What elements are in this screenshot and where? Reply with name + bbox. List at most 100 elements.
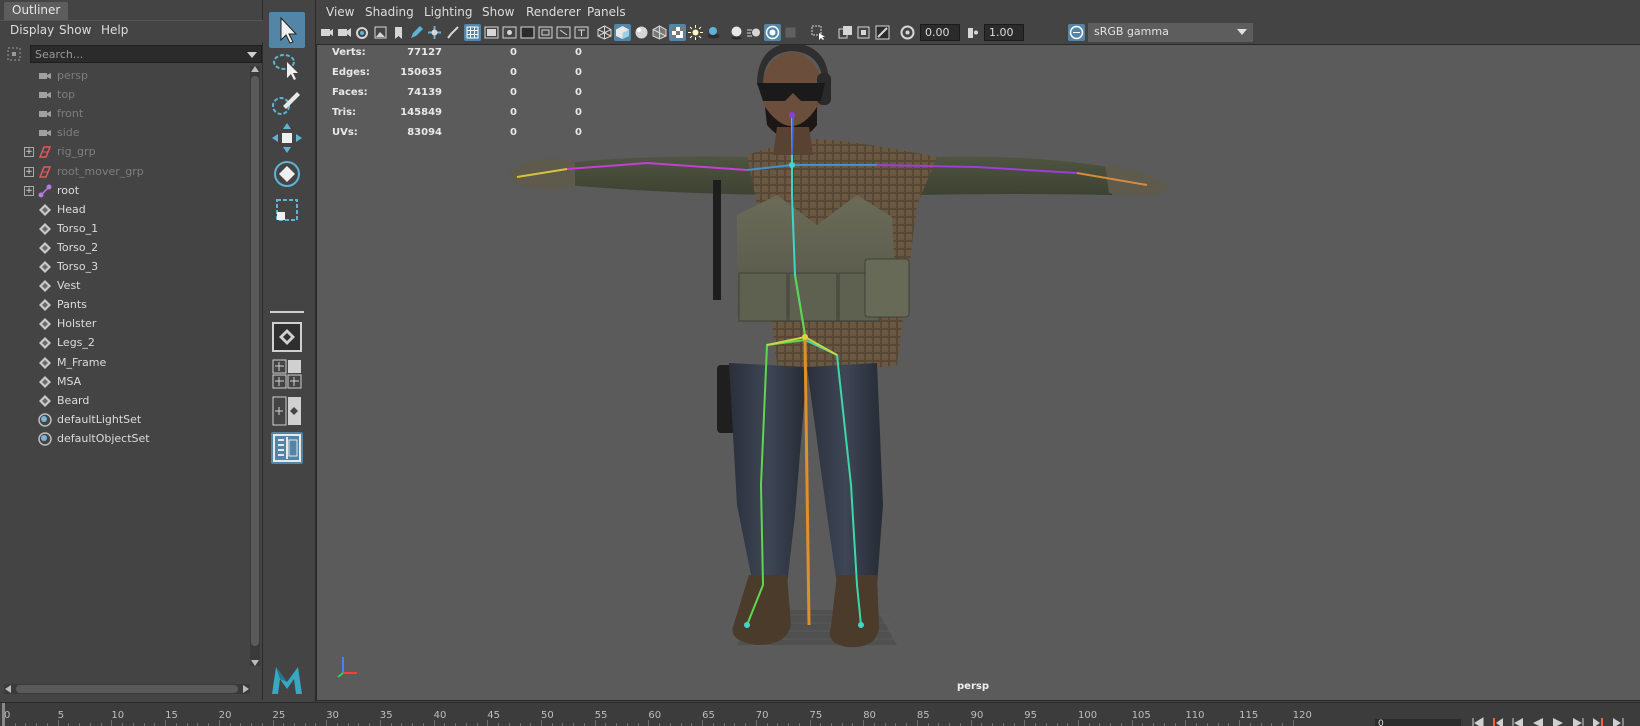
step-back-frame-icon[interactable] (1510, 717, 1526, 726)
play-forwards-icon[interactable] (1550, 717, 1566, 726)
gamma-field[interactable]: 1.00 (984, 24, 1024, 41)
isolate-select-icon[interactable] (810, 24, 827, 41)
depth-of-field-icon[interactable] (782, 24, 799, 41)
select-camera-icon[interactable] (318, 24, 335, 41)
colorspace-dropdown[interactable]: sRGB gamma (1088, 23, 1253, 42)
lasso-tool-icon[interactable] (269, 48, 305, 84)
go-to-start-icon[interactable] (1470, 717, 1486, 726)
menu-display[interactable]: Display (10, 23, 54, 37)
time-ruler[interactable]: 0 5 10 15 20 25 30 35 40 45 50 55 60 65 70 75 80 85 90 95 10… (0, 703, 1360, 726)
image-plane-icon[interactable] (372, 24, 389, 41)
outliner-persp-layout-icon[interactable] (271, 432, 303, 464)
outliner-item[interactable]: Legs_2 (0, 333, 250, 353)
wireframe-on-shaded-icon[interactable] (651, 24, 668, 41)
rotate-tool-icon[interactable] (269, 156, 305, 192)
smooth-shade-icon[interactable] (614, 24, 631, 41)
two-view-layout-icon[interactable] (271, 395, 303, 427)
outliner-item[interactable]: defaultLightSet (0, 410, 250, 430)
field-chart-icon[interactable] (537, 24, 554, 41)
safe-action-icon[interactable] (555, 24, 572, 41)
film-gate-icon[interactable] (483, 24, 500, 41)
gamma-icon[interactable] (964, 24, 981, 41)
menu-view[interactable]: View (326, 5, 354, 19)
time-slider[interactable]: 0 5 10 15 20 25 30 35 40 45 50 55 60 65 70 75 80 85 90 95 10… (0, 702, 1640, 726)
outliner-item[interactable]: defaultObjectSet (0, 429, 250, 449)
default-material-icon[interactable] (633, 24, 650, 41)
xray-icon[interactable] (837, 24, 854, 41)
anti-aliasing-icon[interactable] (764, 24, 781, 41)
2d-pan-zoom-icon[interactable] (426, 24, 443, 41)
four-view-layout-icon[interactable] (271, 358, 303, 390)
scroll-up-icon[interactable] (251, 66, 259, 72)
menu-help[interactable]: Help (101, 23, 128, 37)
step-forward-key-icon[interactable] (1590, 717, 1606, 726)
wireframe-icon[interactable] (596, 24, 613, 41)
screen-space-ao-icon[interactable] (728, 24, 745, 41)
outliner-search-input[interactable]: Search... (30, 45, 262, 63)
exposure-icon[interactable] (899, 24, 916, 41)
step-forward-frame-icon[interactable] (1570, 717, 1586, 726)
textured-icon[interactable] (669, 24, 686, 41)
single-perspective-layout-icon[interactable] (271, 321, 303, 353)
chevron-down-icon[interactable] (247, 52, 257, 58)
bookmark-camera-icon[interactable] (354, 24, 371, 41)
outliner-horizontal-scrollbar[interactable] (4, 684, 250, 694)
outliner-tab[interactable]: Outliner (4, 2, 69, 20)
menu-renderer[interactable]: Renderer (526, 5, 581, 19)
menu-shading[interactable]: Shading (365, 5, 414, 19)
menu-panels[interactable]: Panels (587, 5, 626, 19)
outliner-item[interactable]: Vest (0, 276, 250, 296)
scrollbar-thumb[interactable] (251, 76, 259, 646)
chevron-down-icon[interactable] (1237, 29, 1247, 35)
outliner-item[interactable]: + rig_grp (0, 142, 250, 162)
outliner-item[interactable]: Pants (0, 295, 250, 315)
select-tool-icon[interactable] (269, 12, 305, 48)
step-back-key-icon[interactable] (1490, 717, 1506, 726)
brush-icon[interactable] (444, 24, 461, 41)
resolution-gate-icon[interactable] (501, 24, 518, 41)
expand-icon[interactable]: + (24, 166, 34, 177)
move-tool-icon[interactable] (269, 120, 305, 156)
grid-icon[interactable] (464, 24, 481, 41)
bookmark-icon[interactable] (390, 24, 407, 41)
grease-pencil-icon[interactable] (408, 24, 425, 41)
outliner-item[interactable]: + root (0, 181, 250, 201)
menu-show[interactable]: Show (59, 23, 91, 37)
outliner-item[interactable]: side (0, 123, 250, 143)
scrollbar-thumb[interactable] (16, 685, 238, 693)
expand-icon[interactable]: + (24, 147, 34, 158)
xray-active-components-icon[interactable] (855, 24, 872, 41)
exposure-field[interactable]: 0.00 (920, 24, 960, 41)
expand-icon[interactable]: + (24, 185, 34, 196)
scroll-right-icon[interactable] (243, 685, 249, 693)
camera-attributes-icon[interactable] (336, 24, 353, 41)
play-backwards-icon[interactable] (1530, 717, 1546, 726)
gate-mask-icon[interactable] (519, 24, 536, 41)
outliner-item[interactable]: MSA (0, 372, 250, 392)
outliner-item[interactable]: + root_mover_grp (0, 162, 250, 182)
3d-viewport[interactable]: Verts: 77127 0 0 Edges: 150635 0 0 Faces: 74139 0 0… (316, 44, 1640, 701)
go-to-end-icon[interactable] (1610, 717, 1626, 726)
outliner-item[interactable]: Torso_3 (0, 257, 250, 277)
current-frame-field[interactable]: 0 (1375, 719, 1461, 726)
menu-show[interactable]: Show (482, 5, 514, 19)
lights-icon[interactable] (687, 24, 704, 41)
shadows-icon[interactable] (705, 24, 722, 41)
outliner-vertical-scrollbar[interactable] (250, 66, 260, 666)
menu-lighting[interactable]: Lighting (424, 5, 473, 19)
outliner-item[interactable]: Torso_2 (0, 238, 250, 258)
outliner-item[interactable]: front (0, 104, 250, 124)
motion-blur-icon[interactable] (746, 24, 763, 41)
filter-icon[interactable] (6, 46, 24, 62)
outliner-item[interactable]: Beard (0, 391, 250, 411)
scroll-down-icon[interactable] (251, 660, 259, 666)
xray-joints-icon[interactable] (874, 24, 891, 41)
scale-tool-icon[interactable] (269, 192, 305, 228)
outliner-item[interactable]: M_Frame (0, 353, 250, 373)
outliner-item[interactable]: Holster (0, 314, 250, 334)
outliner-item[interactable]: persp (0, 66, 250, 86)
outliner-item[interactable]: Head (0, 200, 250, 220)
color-management-icon[interactable] (1068, 24, 1085, 41)
paint-select-tool-icon[interactable] (269, 84, 305, 120)
current-time-marker[interactable] (2, 703, 5, 726)
